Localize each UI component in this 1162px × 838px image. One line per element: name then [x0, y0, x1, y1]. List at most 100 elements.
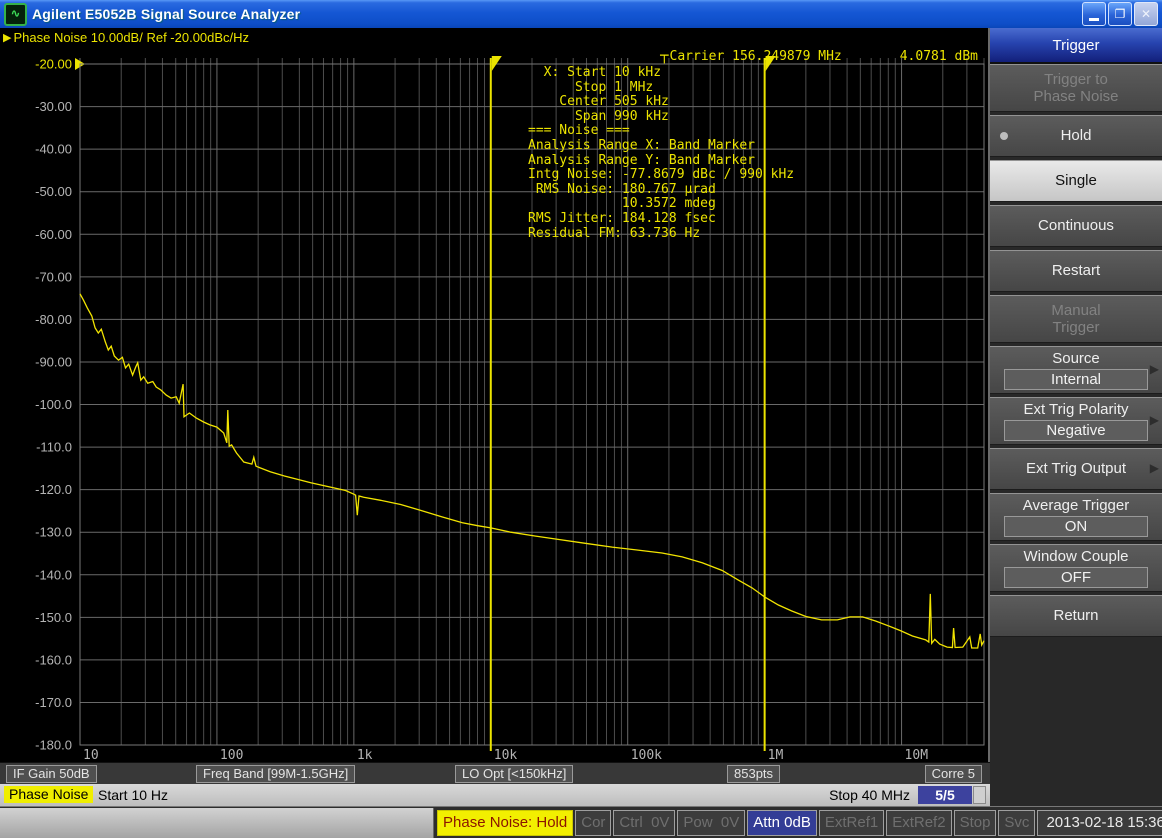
softkey-ext-trig-output[interactable]: Ext Trig Output ▶	[990, 448, 1162, 490]
phase-noise-plot[interactable]: -20.00-30.00-40.00-50.00-60.00-70.00-80.…	[0, 46, 990, 762]
window-title: Agilent E5052B Signal Source Analyzer	[32, 6, 300, 22]
status-chip-4: Corre 5	[925, 765, 982, 783]
trace-marker-icon: ▶	[3, 31, 11, 44]
softkey-source[interactable]: Source Internal▶	[990, 346, 1162, 394]
trace-header: ▶ Phase Noise 10.00dB/ Ref -20.00dBc/Hz	[0, 28, 249, 46]
average-counter: 5/5	[918, 786, 972, 804]
taskbar-chip-cor: Cor	[575, 810, 611, 836]
restore-button[interactable]: ❐	[1108, 2, 1132, 26]
carrier-power: 4.0781 dBm	[900, 49, 978, 64]
softkey-value: OFF	[1004, 567, 1148, 588]
close-button[interactable]: ✕	[1134, 2, 1158, 26]
softkey-buttons: Trigger to Phase Noise Hold Single Continuo…	[990, 64, 1162, 637]
status-chip-1: Freq Band [99M-1.5GHz]	[196, 765, 355, 783]
minimize-icon	[1089, 18, 1099, 21]
taskbar-chip-attenuator: Attn 0dB	[747, 810, 817, 836]
softkey-hold[interactable]: Hold	[990, 115, 1162, 157]
y-axis-tick: -20.00	[35, 57, 72, 72]
y-axis-tick: -170.0	[35, 695, 72, 710]
softkey-single[interactable]: Single	[990, 160, 1162, 202]
menu-title: Trigger	[990, 28, 1162, 64]
carrier-frequency: Carrier 156.249879 MHz	[670, 49, 842, 64]
window-controls: ❐ ✕	[1082, 2, 1162, 26]
taskbar-chip-extref2: ExtRef2	[886, 810, 951, 836]
taskbar-chip-measurement-status: Phase Noise: Hold	[437, 810, 573, 836]
phase-noise-chart: -20.00-30.00-40.00-50.00-60.00-70.00-80.…	[0, 46, 990, 762]
y-axis-tick: -60.00	[35, 227, 72, 242]
y-axis-tick: -80.00	[35, 312, 72, 327]
x-axis-tick: 1M	[768, 748, 784, 762]
softkey-label: Ext Trig Polarity	[1023, 401, 1128, 418]
status-chip-0: IF Gain 50dB	[6, 765, 97, 783]
app-icon: ∿	[4, 3, 27, 26]
y-axis-tick: -110.0	[36, 440, 72, 455]
taskbar-chip-extref1: ExtRef1	[819, 810, 884, 836]
noise-analysis-readout: X: Start 10 kHz Stop 1 MHz Center 505 kH…	[528, 66, 794, 241]
softkey-label: Manual Trigger	[1051, 302, 1100, 337]
softkey-window-couple[interactable]: Window Couple OFF	[990, 544, 1162, 592]
x-axis-tick: 1k	[357, 748, 373, 762]
submenu-arrow-icon: ▶	[1150, 462, 1159, 476]
y-axis-tick: -50.00	[35, 184, 72, 199]
y-axis-tick: -120.0	[35, 482, 72, 497]
softkey-label: Source	[1052, 350, 1100, 367]
softkey-label: Average Trigger	[1023, 497, 1129, 514]
y-axis-tick: -160.0	[35, 652, 72, 667]
x-axis-tick: 10	[83, 748, 99, 762]
status-chip-3: 853pts	[727, 765, 780, 783]
close-icon: ✕	[1141, 7, 1151, 21]
y-axis-tick: -90.00	[35, 354, 72, 369]
softkey-menu: Trigger Trigger to Phase Noise Hold Single…	[990, 28, 1162, 806]
softkey-label: Single	[1055, 172, 1097, 189]
measurement-area: ▶ Phase Noise 10.00dB/ Ref -20.00dBc/Hz …	[0, 28, 990, 806]
title-bar: ∿ Agilent E5052B Signal Source Analyzer …	[0, 0, 1162, 28]
x-axis-tick: 10k	[494, 748, 518, 762]
softkey-label: Window Couple	[1023, 548, 1128, 565]
sweep-stop-label: Stop 40 MHz	[829, 787, 910, 803]
x-axis-tick: 10M	[905, 748, 929, 762]
mode-label: Phase Noise	[4, 786, 93, 803]
softkey-trigger-to-phase-noise[interactable]: Trigger to Phase Noise	[990, 64, 1162, 112]
carrier-marker-icon: ┬	[660, 48, 668, 64]
x-axis-tick: 100	[220, 748, 243, 762]
app-window: ∿ Agilent E5052B Signal Source Analyzer …	[0, 0, 1162, 838]
y-axis-tick: -40.00	[35, 142, 72, 157]
softkey-label: Ext Trig Output	[1026, 460, 1126, 477]
sweep-status-bar: Phase Noise Start 10 Hz Stop 40 MHz 5/5	[0, 784, 990, 806]
status-chip-2: LO Opt [<150kHz]	[455, 765, 573, 783]
softkey-label: Continuous	[1038, 217, 1114, 234]
y-axis-tick: -140.0	[35, 567, 72, 582]
softkey-label: Restart	[1052, 262, 1100, 279]
softkey-value: Internal	[1004, 369, 1148, 390]
restore-icon: ❐	[1115, 7, 1126, 21]
y-axis-tick: -30.00	[35, 99, 72, 114]
softkey-label: Trigger to Phase Noise	[1033, 71, 1118, 106]
carrier-readout: ┬ Carrier 156.249879 MHz 4.0781 dBm	[660, 48, 978, 64]
submenu-arrow-icon: ▶	[1150, 414, 1159, 428]
average-progress-box	[973, 786, 986, 804]
softkey-manual-trigger[interactable]: Manual Trigger	[990, 295, 1162, 343]
measurement-status-bar: IF Gain 50dB Freq Band [99M-1.5GHz] LO Opt…	[0, 762, 990, 784]
softkey-restart[interactable]: Restart	[990, 250, 1162, 292]
taskbar-chip-ctrl-voltage: Ctrl 0V	[613, 810, 675, 836]
softkey-value: Negative	[1004, 420, 1148, 441]
trace-scale-label: Phase Noise 10.00dB/ Ref -20.00dBc/Hz	[13, 30, 249, 45]
taskbar-entry-area	[0, 808, 434, 838]
y-axis-tick: -180.0	[35, 738, 72, 753]
submenu-arrow-icon: ▶	[1150, 363, 1159, 377]
softkey-return[interactable]: Return	[990, 595, 1162, 637]
softkey-average-trigger[interactable]: Average Trigger ON	[990, 493, 1162, 541]
softkey-value: ON	[1004, 516, 1148, 537]
minimize-button[interactable]	[1082, 2, 1106, 26]
y-axis-tick: -100.0	[35, 397, 72, 412]
softkey-ext-trig-polarity[interactable]: Ext Trig Polarity Negative▶	[990, 397, 1162, 445]
sweep-start-label: Start 10 Hz	[98, 787, 168, 803]
taskbar-chip-clock: 2013-02-18 15:36	[1037, 810, 1162, 836]
x-axis-tick: 100k	[631, 748, 662, 762]
taskbar-chip-power-voltage: Pow 0V	[677, 810, 745, 836]
softkey-label: Return	[1053, 607, 1098, 624]
status-taskbar: Phase Noise: HoldCorCtrl 0VPow 0VAttn 0d…	[0, 806, 1162, 838]
softkey-label: Hold	[1061, 127, 1092, 144]
softkey-continuous[interactable]: Continuous	[990, 205, 1162, 247]
taskbar-chip-stop-indicator: Stop	[954, 810, 997, 836]
